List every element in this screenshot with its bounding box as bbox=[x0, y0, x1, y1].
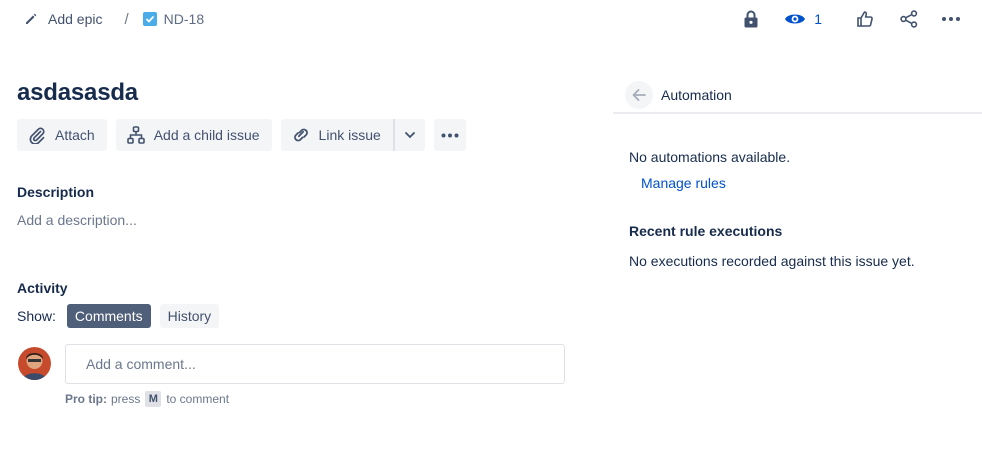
issue-title[interactable]: asdasasda bbox=[17, 79, 138, 107]
eye-icon bbox=[785, 14, 806, 24]
add-child-issue-label: Add a child issue bbox=[153, 127, 260, 143]
manage-rules-link[interactable]: Manage rules bbox=[641, 175, 726, 191]
lock-button[interactable] bbox=[738, 6, 764, 32]
share-icon bbox=[900, 10, 918, 28]
link-issue-button[interactable]: Link issue bbox=[280, 119, 393, 151]
add-epic-link[interactable]: Add epic bbox=[24, 11, 102, 27]
activity-heading: Activity bbox=[17, 280, 68, 296]
link-icon bbox=[291, 125, 311, 145]
pro-tip-label: Pro tip: bbox=[65, 392, 107, 406]
no-executions-text: No executions recorded against this issu… bbox=[629, 253, 915, 269]
no-automations-text: No automations available. bbox=[629, 149, 791, 165]
more-icon bbox=[942, 17, 960, 21]
task-checkbox-icon bbox=[142, 12, 157, 26]
tab-comments[interactable]: Comments bbox=[66, 304, 151, 328]
paperclip-icon bbox=[27, 125, 47, 145]
lock-icon bbox=[744, 10, 758, 28]
arrow-left-icon bbox=[632, 89, 646, 101]
pro-tip: Pro tip: press M to comment bbox=[65, 391, 229, 407]
share-button[interactable] bbox=[896, 6, 922, 32]
watch-count: 1 bbox=[814, 11, 822, 27]
breadcrumb: Add epic / ND-18 bbox=[24, 9, 204, 29]
link-issue-label: Link issue bbox=[318, 127, 381, 143]
pro-tip-suffix: to comment bbox=[166, 392, 230, 406]
toolbar-more-button[interactable] bbox=[433, 119, 466, 151]
more-icon bbox=[441, 133, 459, 137]
pencil-icon bbox=[24, 12, 38, 26]
comment-input[interactable]: Add a comment... bbox=[65, 344, 565, 384]
chevron-down-icon bbox=[404, 131, 415, 138]
activity-filter: Show: Comments History bbox=[17, 304, 228, 328]
add-child-issue-button[interactable]: Add a child issue bbox=[115, 119, 272, 151]
thumbs-up-icon bbox=[857, 11, 873, 27]
shortcut-key: M bbox=[145, 391, 162, 407]
link-issue-dropdown[interactable] bbox=[392, 119, 425, 151]
description-heading: Description bbox=[17, 184, 95, 200]
automation-title: Automation bbox=[661, 87, 732, 103]
breadcrumb-separator: / bbox=[124, 10, 129, 28]
like-button[interactable] bbox=[852, 6, 878, 32]
tab-history[interactable]: History bbox=[159, 304, 220, 328]
child-issue-icon bbox=[126, 125, 146, 145]
avatar bbox=[18, 347, 51, 380]
link-issue-split-button: Link issue bbox=[280, 119, 425, 151]
attach-label: Attach bbox=[55, 127, 95, 143]
issue-toolbar: Attach Add a child issue Link issue bbox=[17, 119, 466, 151]
issue-key: ND-18 bbox=[163, 11, 205, 27]
recent-executions-heading: Recent rule executions bbox=[629, 223, 783, 239]
automation-panel-header: Automation bbox=[613, 78, 982, 114]
attach-button[interactable]: Attach bbox=[17, 119, 107, 151]
watch-button[interactable]: 1 bbox=[784, 6, 822, 32]
more-actions-button[interactable] bbox=[938, 6, 964, 32]
pro-tip-press: press bbox=[111, 392, 141, 406]
issue-key-link[interactable]: ND-18 bbox=[142, 11, 205, 27]
header-actions: 1 bbox=[738, 6, 964, 32]
description-placeholder[interactable]: Add a description... bbox=[17, 212, 137, 228]
show-label: Show: bbox=[17, 308, 56, 324]
back-button[interactable] bbox=[625, 81, 653, 109]
add-epic-label: Add epic bbox=[48, 11, 103, 27]
